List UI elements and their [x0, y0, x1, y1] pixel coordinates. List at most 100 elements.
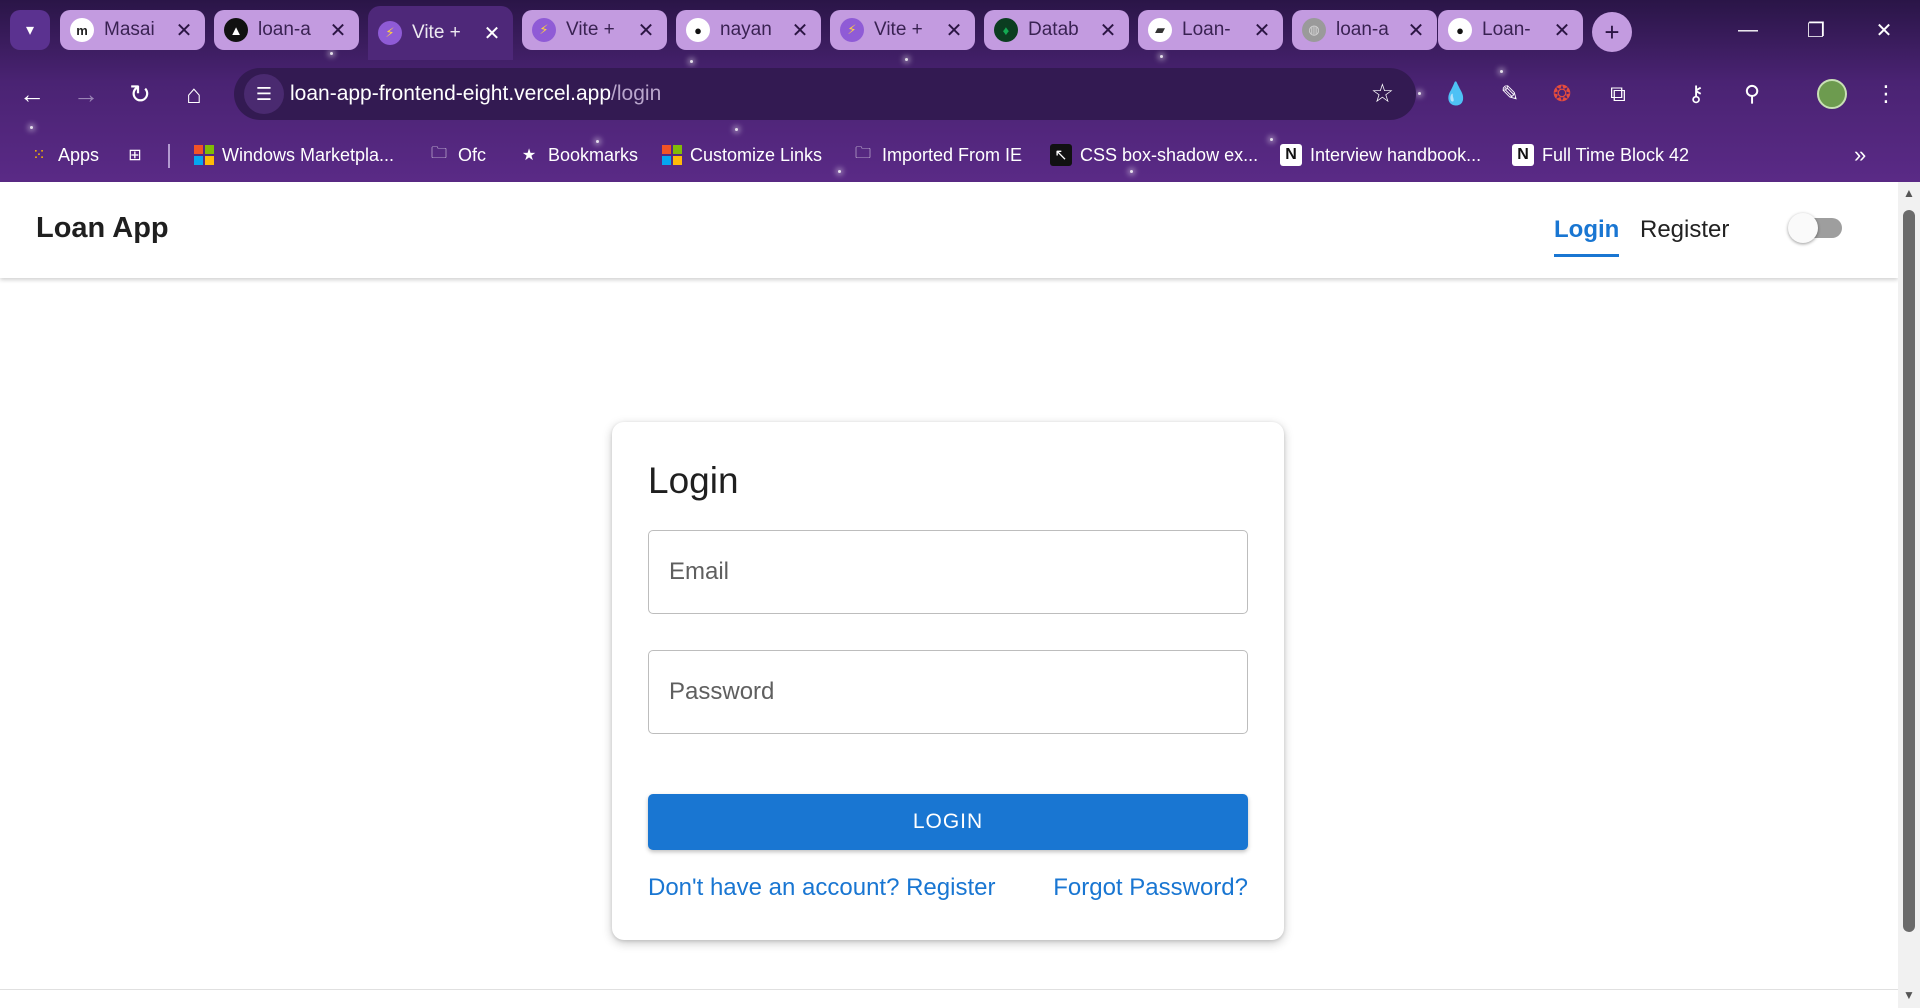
close-icon[interactable]: ✕: [943, 18, 965, 43]
globe-icon: ◍: [1302, 18, 1326, 42]
bookmark-apps[interactable]: ⁙ Apps: [28, 141, 99, 169]
bookmarks-overflow-button[interactable]: »: [1854, 141, 1866, 169]
extensions-puzzle-icon[interactable]: ⧉: [1598, 74, 1638, 114]
forgot-password-link[interactable]: Forgot Password?: [1053, 874, 1248, 902]
browser-tab[interactable]: ◍ loan-a ✕: [1292, 10, 1437, 50]
github-icon: ●: [686, 18, 710, 42]
chevron-down-icon: ▾: [25, 22, 35, 39]
browser-tab[interactable]: m Masai ✕: [60, 10, 205, 50]
bookmark-star-icon[interactable]: ☆: [1371, 78, 1394, 109]
browser-tab[interactable]: ⚡ Vite + ✕: [830, 10, 975, 50]
browser-tab[interactable]: ⚡ Vite + ✕: [522, 10, 667, 50]
home-button[interactable]: ⌂: [174, 74, 214, 114]
close-icon[interactable]: ✕: [789, 18, 811, 43]
bookmark-windows-marketplace[interactable]: Windows Marketpla...: [194, 141, 394, 169]
browser-tab[interactable]: ● Loan- ✕: [1438, 10, 1583, 50]
close-icon[interactable]: ✕: [481, 21, 503, 46]
home-icon: ⌂: [186, 78, 202, 109]
password-field[interactable]: [648, 650, 1248, 734]
forward-button[interactable]: →: [66, 74, 106, 114]
minimize-button[interactable]: —: [1714, 0, 1782, 60]
extension-drop-icon[interactable]: 💧: [1436, 74, 1476, 114]
browser-menu-button[interactable]: ⋮: [1866, 74, 1906, 114]
tab-strip: ▾ m Masai ✕ ▲ loan-a ✕ ⚡ Vite + ✕ ⚡ Vite…: [0, 0, 1920, 60]
microsoft-logo-icon: [662, 145, 682, 165]
scroll-up-arrow-icon[interactable]: ▲: [1902, 186, 1916, 200]
site-info-button[interactable]: ☰: [244, 74, 284, 114]
close-icon[interactable]: ✕: [1405, 18, 1427, 43]
eyedropper-extension-icon[interactable]: ✎: [1490, 74, 1530, 114]
tab-title: Loan-: [1482, 19, 1531, 40]
close-icon[interactable]: ✕: [1097, 18, 1119, 43]
location-pin-icon[interactable]: ⚲: [1732, 74, 1772, 114]
close-window-button[interactable]: ✕: [1850, 0, 1918, 60]
browser-tab-active[interactable]: ⚡ Vite + ✕: [368, 6, 513, 60]
profile-avatar[interactable]: [1812, 74, 1852, 114]
close-icon[interactable]: ✕: [1251, 18, 1273, 43]
scroll-down-arrow-icon[interactable]: ▼: [1902, 988, 1916, 1002]
folder-icon: 🗀: [854, 144, 871, 162]
register-link[interactable]: Don't have an account? Register: [648, 874, 995, 902]
new-tab-button[interactable]: +: [1592, 12, 1632, 52]
extension-swirl-icon[interactable]: ❂: [1542, 74, 1582, 114]
app-header: Loan App Login Register: [0, 182, 1898, 278]
plus-icon: +: [1604, 16, 1620, 47]
bookmark-folder-ofc[interactable]: 🗀 Ofc: [428, 141, 486, 169]
bookmark-interview-handbook[interactable]: N Interview handbook...: [1280, 141, 1481, 169]
tab-favicon-icon: ⚡: [532, 18, 556, 42]
browser-tab[interactable]: ♦ Datab ✕: [984, 10, 1129, 50]
tab-favicon-icon: ▲: [224, 18, 248, 42]
close-icon[interactable]: ✕: [1551, 18, 1573, 43]
close-icon: ✕: [1875, 19, 1893, 42]
tab-title: loan-a: [1336, 19, 1389, 40]
page-scrollbar[interactable]: ▲ ▼: [1898, 182, 1920, 1008]
folder-icon: 🗀: [430, 144, 447, 162]
close-icon[interactable]: ✕: [327, 18, 349, 43]
back-button[interactable]: ←: [12, 74, 52, 114]
browser-toolbar: ← → ↻ ⌂ ☰ loan-app-frontend-eight.vercel…: [0, 60, 1920, 128]
browser-tab[interactable]: ▰ Loan- ✕: [1138, 10, 1283, 50]
tab-title: nayan: [720, 19, 772, 40]
login-button[interactable]: LOGIN: [648, 794, 1248, 850]
bookmark-folder-imported-from-ie[interactable]: 🗀 Imported From IE: [852, 141, 1022, 169]
bookmark-customize-links[interactable]: Customize Links: [662, 141, 822, 169]
tab-groups-button[interactable]: ⊞: [124, 141, 146, 169]
bookmark-bookmarks[interactable]: ★ Bookmarks: [518, 141, 638, 169]
tab-title: Vite +: [874, 19, 923, 40]
microsoft-logo-icon: [194, 145, 214, 165]
scrollbar-thumb[interactable]: [1903, 210, 1915, 932]
nav-register-link[interactable]: Register: [1640, 216, 1729, 244]
bookmark-label: Windows Marketpla...: [222, 144, 395, 165]
notion-icon: N: [1280, 144, 1302, 166]
restore-button[interactable]: ❐: [1782, 0, 1850, 60]
close-icon[interactable]: ✕: [635, 18, 657, 43]
tab-favicon-icon: ▰: [1148, 18, 1172, 42]
email-field[interactable]: [648, 530, 1248, 614]
page-content: Loan App Login Register Login LOGIN Don'…: [0, 182, 1898, 1008]
app-brand[interactable]: Loan App: [36, 212, 169, 245]
browser-tab[interactable]: ● nayan ✕: [676, 10, 821, 50]
notion-icon: N: [1512, 144, 1534, 166]
github-icon: ●: [1448, 18, 1472, 42]
theme-toggle-switch[interactable]: [1788, 213, 1842, 243]
close-icon[interactable]: ✕: [173, 18, 195, 43]
avatar-icon: [1817, 79, 1847, 109]
password-key-icon[interactable]: ⚷: [1676, 74, 1716, 114]
bookmark-separator: [168, 144, 170, 168]
grid-icon: ⊞: [128, 147, 142, 164]
bookmark-label: Bookmarks: [548, 144, 639, 165]
bookmarks-bar: ⁙ Apps ⊞ Windows Marketpla... 🗀 Ofc ★ Bo…: [0, 128, 1920, 182]
address-bar[interactable]: ☰ loan-app-frontend-eight.vercel.app/log…: [234, 68, 1416, 120]
chevron-double-right-icon: »: [1854, 142, 1867, 167]
bookmark-label: Apps: [58, 144, 100, 165]
bookmark-label: Ofc: [458, 144, 487, 165]
cursor-icon: ↖: [1050, 144, 1072, 166]
bookmark-full-time-block[interactable]: N Full Time Block 42: [1512, 141, 1689, 169]
tab-search-button[interactable]: ▾: [10, 10, 50, 50]
bookmark-css-box-shadow[interactable]: ↖ CSS box-shadow ex...: [1050, 141, 1258, 169]
more-vert-icon: ⋮: [1875, 81, 1897, 106]
nav-login-link[interactable]: Login: [1554, 216, 1620, 257]
reload-button[interactable]: ↻: [120, 74, 160, 114]
reload-icon: ↻: [129, 78, 151, 109]
browser-tab[interactable]: ▲ loan-a ✕: [214, 10, 359, 50]
